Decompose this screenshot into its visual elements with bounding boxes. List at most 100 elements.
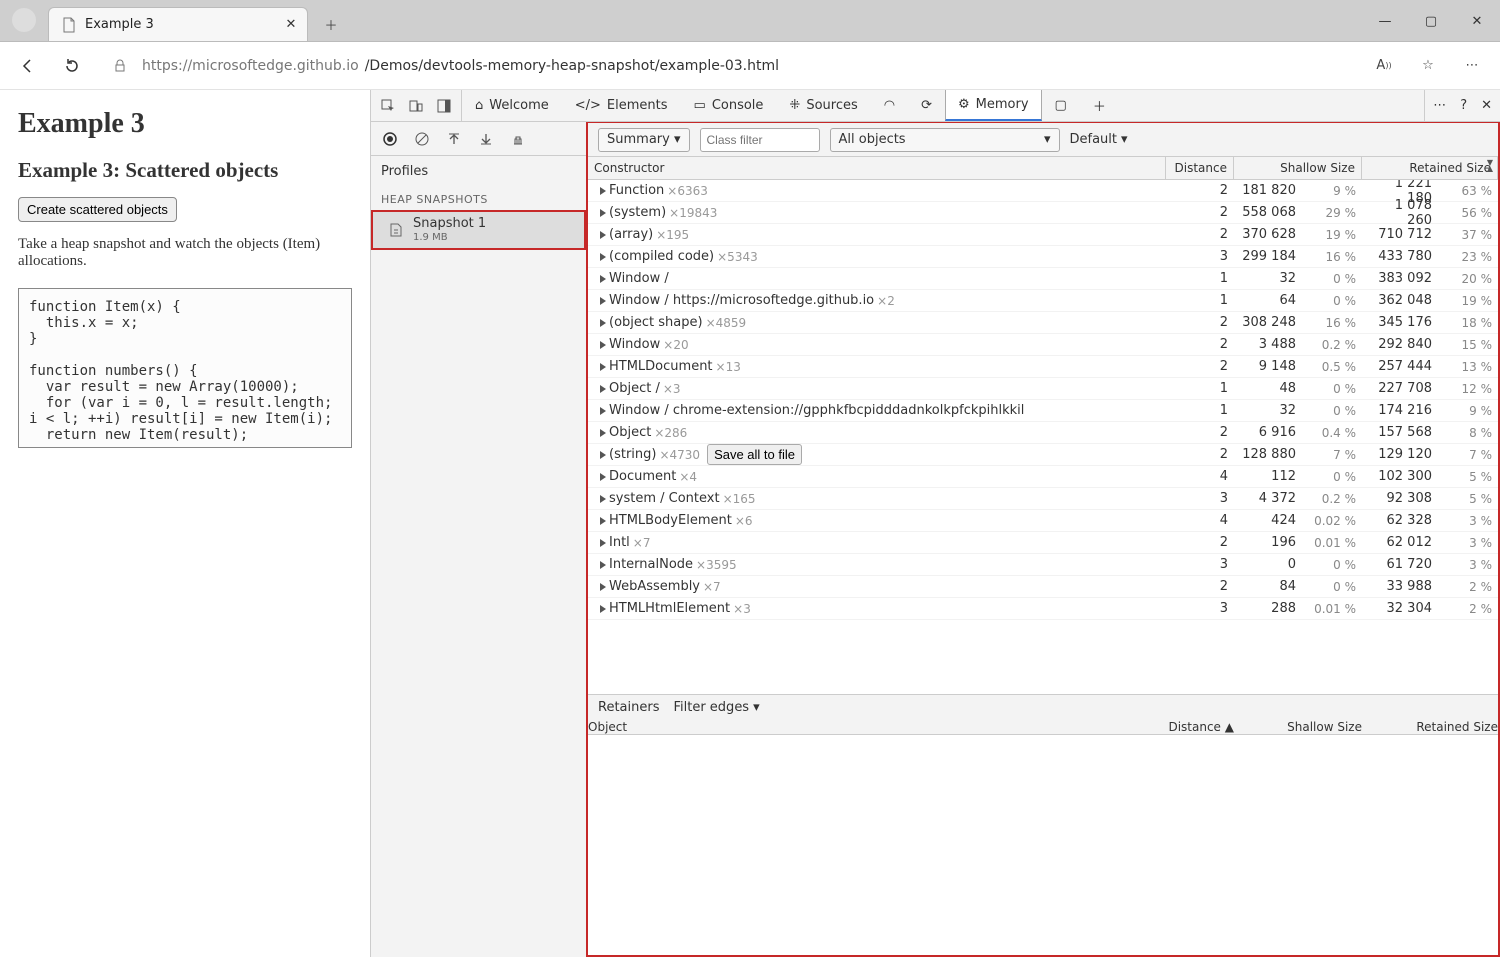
tab-application-icon[interactable]: ▢ xyxy=(1042,90,1080,121)
code-textarea[interactable]: function Item(x) { this.x = x; } functio… xyxy=(18,288,352,448)
record-icon[interactable] xyxy=(381,130,399,148)
expand-icon[interactable] xyxy=(600,363,606,371)
garbage-collect-icon[interactable] xyxy=(509,130,527,148)
filter-edges-select[interactable]: Filter edges ▾ xyxy=(673,700,759,715)
window-maximize-button[interactable]: ▢ xyxy=(1408,0,1454,42)
tab-close-icon[interactable]: ✕ xyxy=(283,17,299,33)
retainers-header-retained[interactable]: Retained Size xyxy=(1362,720,1498,734)
table-row[interactable]: Object ×286 2 6 916 0.4 % 157 568 8 % xyxy=(588,422,1498,444)
table-row[interactable]: Window ×20 2 3 488 0.2 % 292 840 15 % xyxy=(588,334,1498,356)
devtools-close-icon[interactable]: ✕ xyxy=(1481,98,1492,113)
tab-sources[interactable]: ⁜Sources xyxy=(776,90,870,121)
expand-icon[interactable] xyxy=(600,517,606,525)
expand-icon[interactable] xyxy=(600,495,606,503)
table-row[interactable]: WebAssembly ×7 2 84 0 % 33 988 2 % xyxy=(588,576,1498,598)
profile-avatar-icon[interactable] xyxy=(12,8,36,32)
table-row[interactable]: HTMLHtmlElement ×3 3 288 0.01 % 32 304 2… xyxy=(588,598,1498,620)
shallow-size-percent: 0.2 % xyxy=(1302,338,1362,352)
tab-elements[interactable]: </>Elements xyxy=(562,90,681,121)
expand-icon[interactable] xyxy=(600,253,606,261)
expand-icon[interactable] xyxy=(600,297,606,305)
new-tab-button[interactable]: ＋ xyxy=(316,9,346,39)
table-row[interactable]: Object / ×3 1 48 0 % 227 708 12 % xyxy=(588,378,1498,400)
site-lock-icon[interactable] xyxy=(104,50,136,82)
window-close-button[interactable]: ✕ xyxy=(1454,0,1500,42)
device-mode-icon[interactable] xyxy=(407,97,425,115)
table-row[interactable]: InternalNode ×3595 3 0 0 % 61 720 3 % xyxy=(588,554,1498,576)
scope-select[interactable]: All objects▾ xyxy=(830,128,1060,152)
retained-size-value: 345 176 xyxy=(1362,315,1438,330)
tab-welcome[interactable]: ⌂Welcome xyxy=(462,90,562,121)
refresh-button[interactable] xyxy=(54,48,90,84)
devtools-more-icon[interactable]: ⋯ xyxy=(1433,98,1446,113)
browser-tab[interactable]: Example 3 ✕ xyxy=(48,7,308,41)
clear-icon[interactable] xyxy=(413,130,431,148)
retained-size-percent: 12 % xyxy=(1438,382,1498,396)
expand-icon[interactable] xyxy=(600,209,606,217)
table-row[interactable]: Window / chrome-extension://gpphkfbcpidd… xyxy=(588,400,1498,422)
constructor-name: Object xyxy=(609,425,651,440)
expand-icon[interactable] xyxy=(600,583,606,591)
instance-count: ×165 xyxy=(723,492,756,506)
expand-icon[interactable] xyxy=(600,341,606,349)
header-constructor[interactable]: Constructor xyxy=(588,157,1166,179)
table-row[interactable]: HTMLBodyElement ×6 4 424 0.02 % 62 328 3… xyxy=(588,510,1498,532)
expand-icon[interactable] xyxy=(600,451,606,459)
retainers-label[interactable]: Retainers xyxy=(598,700,659,715)
inspect-element-icon[interactable] xyxy=(379,97,397,115)
expand-icon[interactable] xyxy=(600,605,606,613)
load-up-icon[interactable] xyxy=(445,130,463,148)
expand-icon[interactable] xyxy=(600,539,606,547)
expand-icon[interactable] xyxy=(600,231,606,239)
window-minimize-button[interactable]: — xyxy=(1362,0,1408,42)
expand-icon[interactable] xyxy=(600,407,606,415)
back-button[interactable] xyxy=(10,48,46,84)
header-shallow-size[interactable]: Shallow Size xyxy=(1234,157,1362,179)
expand-icon[interactable] xyxy=(600,319,606,327)
table-row[interactable]: (compiled code) ×5343 3 299 184 16 % 433… xyxy=(588,246,1498,268)
create-scattered-objects-button[interactable]: Create scattered objects xyxy=(18,197,177,222)
tab-memory[interactable]: ⚙Memory xyxy=(945,90,1042,121)
tab-add[interactable]: ＋ xyxy=(1080,90,1119,121)
class-filter-input[interactable] xyxy=(700,128,820,152)
expand-icon[interactable] xyxy=(600,429,606,437)
table-row[interactable]: (system) ×19843 2 558 068 29 % 1 078 260… xyxy=(588,202,1498,224)
instance-count: ×3 xyxy=(663,382,681,396)
address-bar[interactable]: https://microsoftedge.github.io/Demos/de… xyxy=(104,50,1352,82)
read-aloud-icon[interactable]: A)) xyxy=(1366,48,1402,84)
table-row[interactable]: Intl ×7 2 196 0.01 % 62 012 3 % xyxy=(588,532,1498,554)
retainers-header-object[interactable]: Object xyxy=(588,720,1146,734)
snapshot-item[interactable]: Snapshot 1 1.9 MB xyxy=(371,210,586,250)
expand-icon[interactable] xyxy=(600,187,606,195)
table-row[interactable]: system / Context ×165 3 4 372 0.2 % 92 3… xyxy=(588,488,1498,510)
table-row[interactable]: Document ×4 4 112 0 % 102 300 5 % xyxy=(588,466,1498,488)
table-row[interactable]: (object shape) ×4859 2 308 248 16 % 345 … xyxy=(588,312,1498,334)
save-all-to-file-button[interactable]: Save all to file xyxy=(707,444,802,465)
dock-side-icon[interactable] xyxy=(435,97,453,115)
table-row[interactable]: (array) ×195 2 370 628 19 % 710 712 37 % xyxy=(588,224,1498,246)
expand-icon[interactable] xyxy=(600,385,606,393)
settings-menu-button[interactable]: ⋯ xyxy=(1454,48,1490,84)
tab-performance-icon[interactable]: ⟳ xyxy=(908,90,945,121)
constructor-name: Window / chrome-extension://gpphkfbcpidd… xyxy=(609,403,1024,418)
retainers-header-shallow[interactable]: Shallow Size xyxy=(1234,720,1362,734)
expand-icon[interactable] xyxy=(600,473,606,481)
devtools-help-icon[interactable]: ? xyxy=(1460,98,1467,113)
display-select[interactable]: Default ▾ xyxy=(1070,132,1128,147)
expand-icon[interactable] xyxy=(600,275,606,283)
retainers-header-distance[interactable]: Distance ▲ xyxy=(1146,720,1234,734)
tab-console[interactable]: ▭Console xyxy=(681,90,777,121)
header-retained-size[interactable]: Retained Size▼▲ xyxy=(1362,157,1498,179)
table-row[interactable]: HTMLDocument ×13 2 9 148 0.5 % 257 444 1… xyxy=(588,356,1498,378)
download-icon[interactable] xyxy=(477,130,495,148)
expand-icon[interactable] xyxy=(600,561,606,569)
table-row[interactable]: Window / https://microsoftedge.github.io… xyxy=(588,290,1498,312)
header-distance[interactable]: Distance xyxy=(1166,157,1234,179)
table-row[interactable]: Window / 1 32 0 % 383 092 20 % xyxy=(588,268,1498,290)
table-row[interactable]: (string) ×4730Save all to file 2 128 880… xyxy=(588,444,1498,466)
constructor-table[interactable]: Constructor Distance Shallow Size Retain… xyxy=(588,157,1498,694)
favorites-icon[interactable]: ☆ xyxy=(1410,48,1446,84)
shallow-size-value: 424 xyxy=(1234,513,1302,528)
tab-network-icon[interactable]: ◠ xyxy=(871,90,908,121)
view-select[interactable]: Summary ▾ xyxy=(598,128,690,152)
